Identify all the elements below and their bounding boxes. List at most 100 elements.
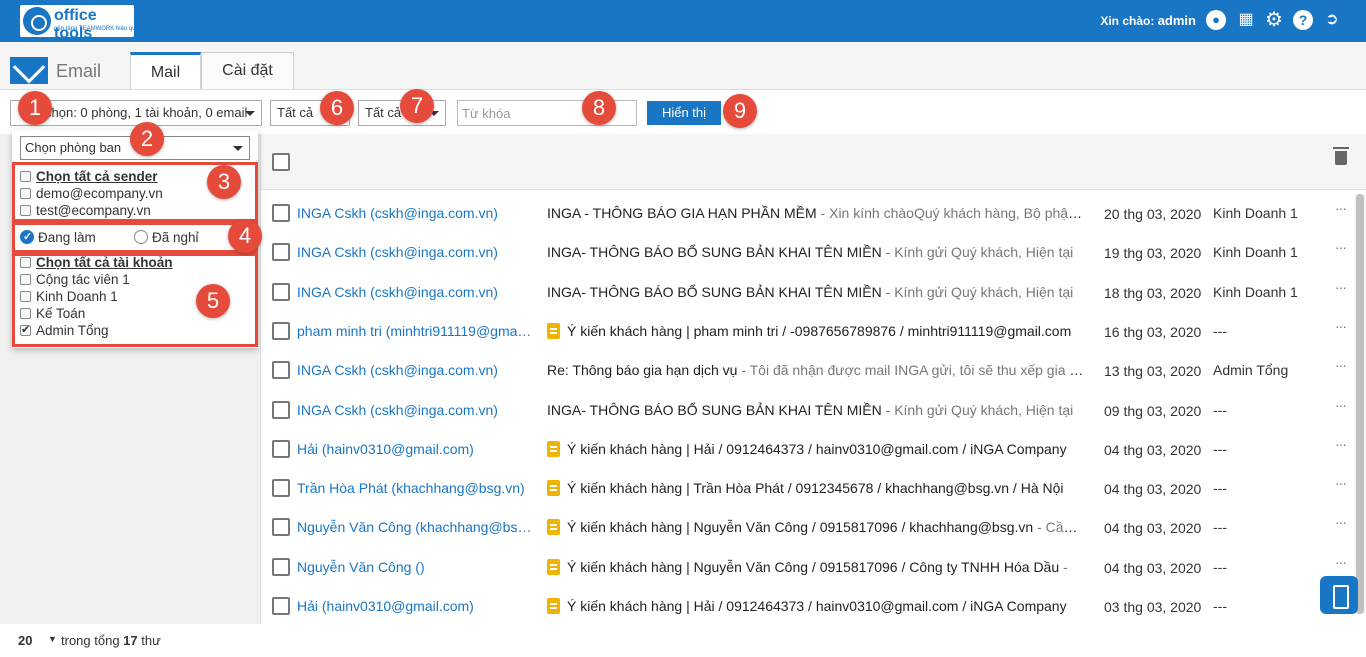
scrollbar[interactable] [1355, 194, 1365, 614]
mail-subject[interactable]: Ý kiến khách hàng | Trần Hòa Phát / 0912… [547, 480, 1084, 496]
mail-row[interactable]: Trần Hòa Phát (khachhang@bsg.vn) Ý kiến k… [261, 469, 1355, 508]
mail-snippet: - Kính gửi Quý khách, Hiện tại [881, 244, 1074, 260]
more-options-icon[interactable]: ··· [1335, 397, 1347, 413]
mail-row-checkbox[interactable] [272, 440, 290, 458]
checkbox[interactable] [20, 291, 31, 302]
select-all-accounts[interactable]: Chọn tất cả tài khoản [20, 254, 173, 271]
select-all-senders[interactable]: Chọn tất cả sender [20, 168, 158, 185]
more-options-icon[interactable]: ··· [1335, 279, 1347, 295]
mail-subject-text: INGA - THÔNG BÁO GIA HẠN PHẦN MỀM [547, 205, 817, 221]
gear-icon[interactable]: ⚙ [1264, 10, 1284, 30]
mail-sender[interactable]: INGA Cskh (cskh@inga.com.vn) [297, 284, 533, 300]
mail-sender[interactable]: Hải (hainv0310@gmail.com) [297, 441, 533, 457]
radio-checked-icon[interactable] [20, 229, 34, 246]
mail-subject[interactable]: Ý kiến khách hàng | Nguyễn Văn Công / 09… [547, 559, 1084, 575]
mail-subject[interactable]: INGA - THÔNG BÁO GIA HẠN PHẦN MỀM - Xin … [547, 205, 1084, 221]
mail-row[interactable]: Nguyễn Văn Công (khachhang@bsg.vn) Ý kiến… [261, 508, 1355, 547]
more-options-icon[interactable]: ··· [1335, 318, 1347, 334]
mail-row[interactable]: INGA Cskh (cskh@inga.com.vn) INGA- THÔNG … [261, 273, 1355, 312]
more-options-icon[interactable]: ··· [1335, 200, 1347, 216]
sender-item[interactable]: test@ecompany.vn [20, 202, 151, 219]
mail-sender[interactable]: Hải (hainv0310@gmail.com) [297, 598, 533, 614]
more-options-icon[interactable]: ··· [1335, 357, 1347, 373]
mail-subject[interactable]: Ý kiến khách hàng | Hải / 0912464373 / h… [547, 441, 1084, 457]
chevron-down-icon[interactable]: ▼ [48, 634, 57, 644]
mail-subject[interactable]: INGA- THÔNG BÁO BỔ SUNG BẢN KHAI TÊN MIỀ… [547, 244, 1084, 260]
mail-row-checkbox[interactable] [272, 518, 290, 536]
radio-icon[interactable] [134, 230, 148, 244]
mail-row-checkbox[interactable] [272, 243, 290, 261]
more-options-icon[interactable]: ··· [1335, 514, 1347, 530]
mail-row-checkbox[interactable] [272, 361, 290, 379]
mail-subject[interactable]: Ý kiến khách hàng | pham minh tri / -098… [547, 323, 1084, 339]
clipboard-icon [547, 559, 560, 575]
mail-row[interactable]: pham minh tri (minhtri911119@gmail.com) Ý… [261, 312, 1355, 351]
mail-row[interactable]: Hải (hainv0310@gmail.com) Ý kiến khách hà… [261, 430, 1355, 469]
account-item[interactable]: Kế Toán [20, 305, 85, 322]
checkbox-checked[interactable] [20, 322, 31, 339]
account-item[interactable]: Cộng tác viên 1 [20, 271, 130, 288]
mail-row[interactable]: Hải (hainv0310@gmail.com) Ý kiến khách hà… [261, 587, 1355, 626]
help-icon[interactable]: ? [1293, 10, 1313, 30]
more-options-icon[interactable]: ··· [1335, 554, 1347, 570]
logout-icon[interactable]: ➲ [1322, 10, 1342, 30]
checkbox[interactable] [20, 205, 31, 216]
checkbox[interactable] [20, 257, 31, 268]
office-tools-logo[interactable]: office tools nền tảng TEAMWORK hiệu quả [20, 5, 139, 42]
scrollbar-thumb[interactable] [1356, 194, 1364, 614]
mail-department: --- [1213, 323, 1227, 339]
mail-sender[interactable]: pham minh tri (minhtri911119@gmail.com) [297, 323, 533, 339]
select-all-mails-checkbox[interactable] [272, 153, 290, 171]
apps-grid-icon[interactable]: ▦ [1236, 10, 1256, 30]
mail-snippet: - Kính gửi Quý khách, Hiện tại [881, 402, 1074, 418]
tab-mail[interactable]: Mail [130, 52, 201, 89]
mail-row[interactable]: INGA Cskh (cskh@inga.com.vn) Re: Thông bá… [261, 351, 1355, 390]
trash-icon[interactable] [1333, 147, 1349, 165]
mail-snippet: - Tôi đã nhận được mail INGA gửi, tôi sẽ… [737, 362, 1084, 378]
state-quit[interactable]: Đã nghỉ [134, 229, 199, 246]
checkbox[interactable] [20, 188, 31, 199]
show-button[interactable]: Hiển thị [647, 101, 721, 125]
app-name: Email [56, 61, 102, 81]
tab-settings[interactable]: Cài đặt [201, 52, 294, 89]
mail-subject[interactable]: Ý kiến khách hàng | Hải / 0912464373 / h… [547, 598, 1084, 614]
mail-sender[interactable]: INGA Cskh (cskh@inga.com.vn) [297, 362, 533, 378]
mail-row[interactable]: INGA Cskh (cskh@inga.com.vn) INGA- THÔNG … [261, 233, 1355, 272]
page-size-select[interactable]: 20 [18, 633, 32, 648]
user-icon[interactable]: ● [1206, 10, 1226, 30]
mail-sender[interactable]: INGA Cskh (cskh@inga.com.vn) [297, 244, 533, 260]
mail-row-checkbox[interactable] [272, 401, 290, 419]
mail-subject[interactable]: Ý kiến khách hàng | Nguyễn Văn Công / 09… [547, 519, 1084, 535]
more-options-icon[interactable]: ··· [1335, 436, 1347, 452]
mail-subject[interactable]: INGA- THÔNG BÁO BỔ SUNG BẢN KHAI TÊN MIỀ… [547, 284, 1084, 300]
mail-sender[interactable]: Nguyễn Văn Công (khachhang@bsg.vn) [297, 519, 533, 535]
sender-item[interactable]: demo@ecompany.vn [20, 185, 163, 202]
mail-subject-text: INGA- THÔNG BÁO BỔ SUNG BẢN KHAI TÊN MIỀ… [547, 402, 882, 418]
checkbox[interactable] [20, 274, 31, 285]
mail-subject-text: Re: Thông báo gia hạn dịch vụ [547, 362, 738, 378]
mail-sender[interactable]: Nguyễn Văn Công () [297, 559, 533, 575]
more-options-icon[interactable]: ··· [1335, 239, 1347, 255]
mail-subject[interactable]: INGA- THÔNG BÁO BỔ SUNG BẢN KHAI TÊN MIỀ… [547, 402, 1084, 418]
mail-row-checkbox[interactable] [272, 322, 290, 340]
mail-row-checkbox[interactable] [272, 479, 290, 497]
state-working[interactable]: Đang làm [20, 229, 96, 246]
checkbox[interactable] [20, 171, 31, 182]
mobile-phone-icon[interactable] [1320, 576, 1358, 614]
mail-date: 18 thg 03, 2020 [1104, 285, 1202, 301]
mail-sender[interactable]: Trần Hòa Phát (khachhang@bsg.vn) [297, 480, 533, 496]
mail-row-checkbox[interactable] [272, 597, 290, 615]
mail-row-checkbox[interactable] [272, 558, 290, 576]
mail-row-checkbox[interactable] [272, 204, 290, 222]
mail-sender[interactable]: INGA Cskh (cskh@inga.com.vn) [297, 205, 533, 221]
mail-row[interactable]: INGA Cskh (cskh@inga.com.vn) INGA- THÔNG … [261, 391, 1355, 430]
mail-sender[interactable]: INGA Cskh (cskh@inga.com.vn) [297, 402, 533, 418]
account-item[interactable]: Admin Tổng [20, 322, 109, 339]
more-options-icon[interactable]: ··· [1335, 475, 1347, 491]
mail-row-checkbox[interactable] [272, 283, 290, 301]
account-item[interactable]: Kinh Doanh 1 [20, 288, 118, 305]
checkbox[interactable] [20, 308, 31, 319]
mail-row[interactable]: INGA Cskh (cskh@inga.com.vn) INGA - THÔNG… [261, 194, 1355, 233]
mail-row[interactable]: Nguyễn Văn Công () Ý kiến khách hàng | Ng… [261, 548, 1355, 587]
mail-subject[interactable]: Re: Thông báo gia hạn dịch vụ - Tôi đã n… [547, 362, 1084, 378]
